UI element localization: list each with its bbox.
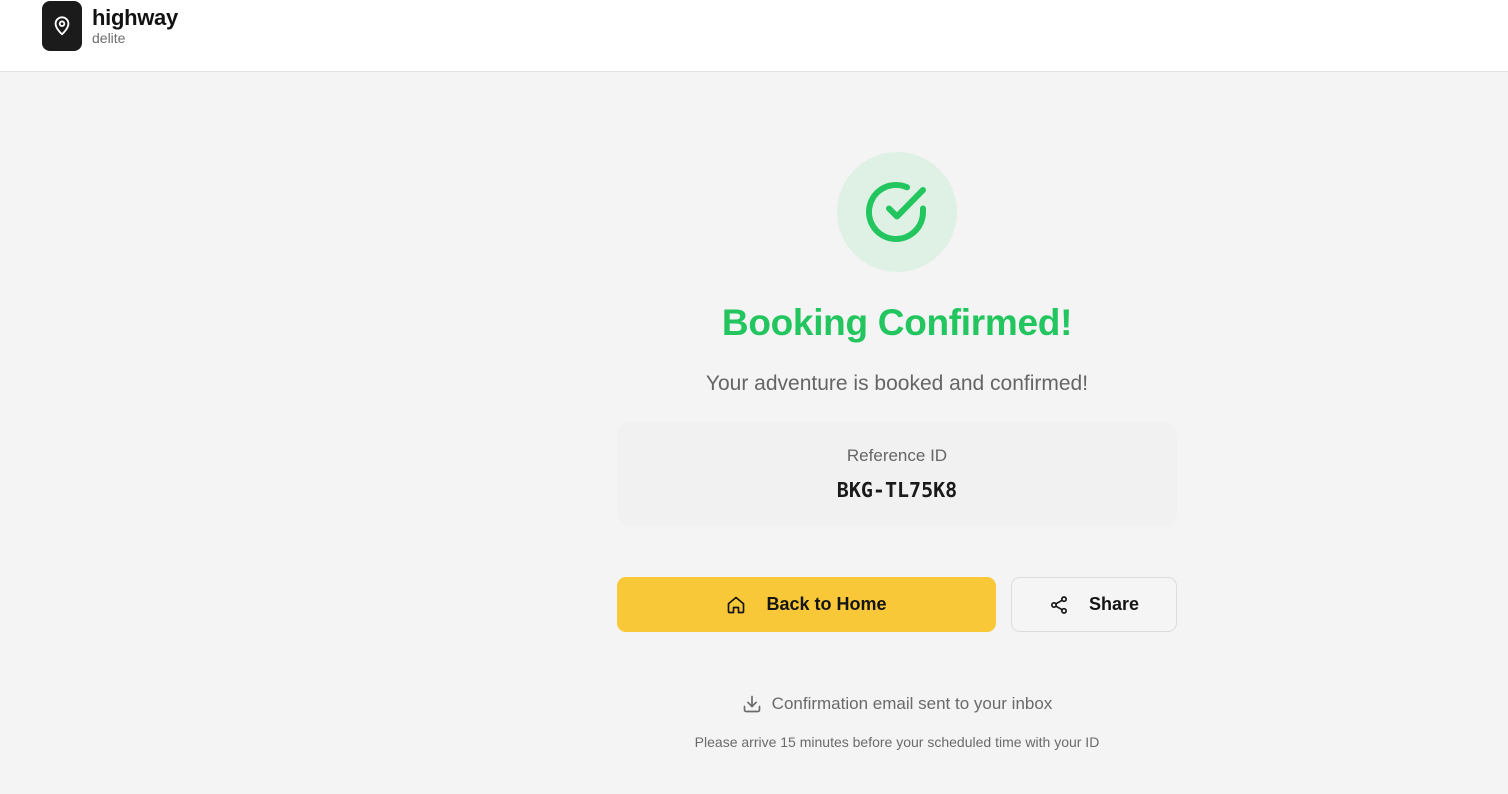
map-pin-icon	[51, 15, 73, 37]
reference-id: BKG-TL75K8	[836, 478, 958, 502]
share-icon	[1049, 595, 1069, 615]
logo[interactable]	[42, 1, 82, 51]
top-header: highway delite	[0, 0, 1508, 72]
email-notice-text: Confirmation email sent to your inbox	[771, 694, 1053, 713]
home-icon	[726, 595, 746, 615]
check-circle-icon	[863, 178, 931, 246]
confirmation-subtitle: Your adventure is booked and confirmed!	[705, 372, 1089, 395]
reference-label: Reference ID	[846, 446, 948, 465]
confirmation-title: Booking Confirmed!	[721, 302, 1073, 343]
brand-name: highway	[92, 5, 178, 30]
back-to-home-button[interactable]: Back to Home	[617, 577, 996, 632]
download-icon	[742, 694, 762, 714]
brand-subtitle: delite	[92, 30, 126, 46]
arrival-note: Please arrive 15 minutes before your sch…	[694, 734, 1100, 750]
email-notice: Confirmation email sent to your inbox	[617, 694, 1177, 714]
share-button[interactable]: Share	[1011, 577, 1177, 632]
share-label: Share	[1088, 594, 1140, 614]
reference-card: Reference ID BKG-TL75K8	[617, 422, 1177, 526]
back-to-home-label: Back to Home	[766, 594, 887, 614]
success-badge	[837, 152, 957, 272]
